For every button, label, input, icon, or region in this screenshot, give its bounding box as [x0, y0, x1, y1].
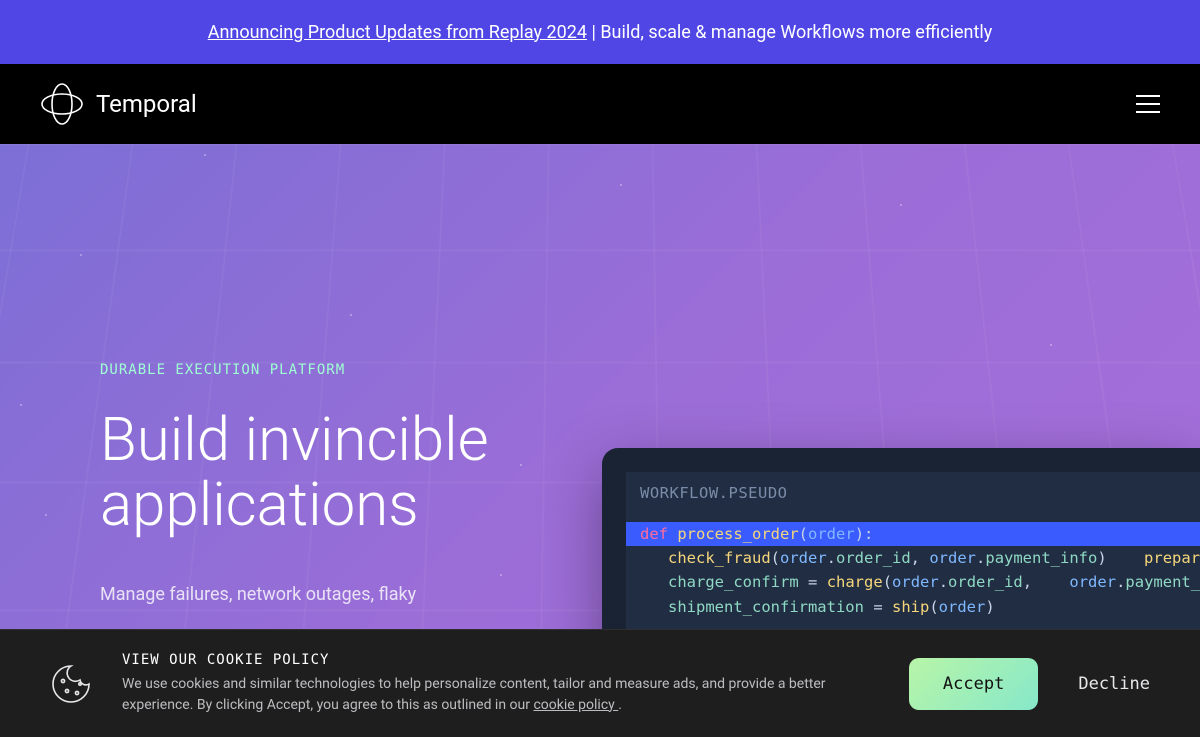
cookie-icon: [50, 663, 92, 705]
code-line: shipment_confirmation = ship(order): [640, 598, 995, 616]
cookie-text-block: VIEW OUR COOKIE POLICY We use cookies an…: [122, 652, 879, 715]
code-line-highlighted: def process_order(order):: [626, 522, 1200, 546]
code-line: prepare_shipment(order): [1116, 549, 1200, 567]
hero-kicker: DURABLE EXECUTION PLATFORM: [100, 362, 560, 378]
code-tab-label: WORKFLOW.PSEUDO: [626, 472, 1200, 522]
hero-subtext: Manage failures, network outages, flaky: [100, 580, 560, 611]
menu-button[interactable]: [1136, 95, 1160, 113]
code-line: charge_confirm = charge(order.order_id,: [640, 573, 1032, 591]
brand-name: Temporal: [96, 90, 197, 118]
hero-headline: Build invincible applications: [100, 408, 560, 538]
announcement-text: | Build, scale & manage Workflows more e…: [587, 22, 992, 43]
temporal-logo-icon: [40, 82, 84, 126]
announcement-bar: Announcing Product Updates from Replay 2…: [0, 0, 1200, 64]
accept-button[interactable]: Accept: [909, 658, 1038, 710]
cookie-description: We use cookies and similar technologies …: [122, 674, 879, 715]
hamburger-icon: [1136, 95, 1160, 97]
cookie-policy-link[interactable]: cookie policy: [533, 697, 618, 713]
cookie-banner: VIEW OUR COOKIE POLICY We use cookies an…: [0, 629, 1200, 737]
brand-logo[interactable]: Temporal: [40, 82, 197, 126]
navbar: Temporal: [0, 64, 1200, 144]
hero-content: DURABLE EXECUTION PLATFORM Build invinci…: [100, 362, 560, 610]
decline-button[interactable]: Decline: [1078, 674, 1150, 694]
code-line: order.payment_info): [1041, 573, 1200, 591]
code-line: check_fraud(order.order_id, order.paymen…: [640, 549, 1107, 567]
announcement-link[interactable]: Announcing Product Updates from Replay 2…: [208, 22, 587, 43]
cookie-title: VIEW OUR COOKIE POLICY: [122, 652, 879, 668]
cookie-actions: Accept Decline: [909, 658, 1150, 710]
